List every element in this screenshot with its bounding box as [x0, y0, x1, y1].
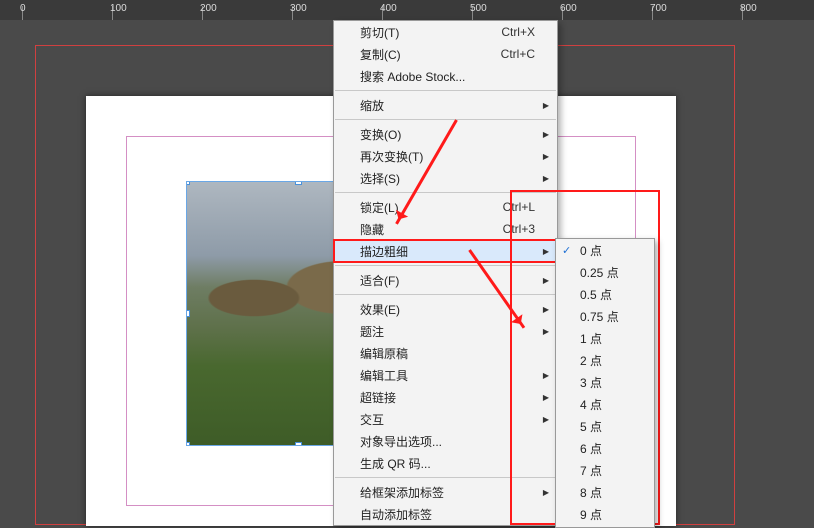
horizontal-ruler[interactable]: 0 100 200 300 400 500 600 700 800	[0, 0, 814, 20]
ruler-mark: 600	[560, 3, 577, 14]
stroke-option-label: 8 点	[580, 484, 602, 501]
stroke-option-label: 0.25 点	[580, 264, 619, 281]
menu-shortcut: Ctrl+3	[503, 222, 535, 236]
menu-item-对象导出选项[interactable]: 对象导出选项...	[334, 430, 557, 452]
stroke-option-3点[interactable]: 3 点	[556, 371, 654, 393]
selection-handle[interactable]	[295, 442, 302, 446]
selection-handle[interactable]	[186, 310, 190, 317]
stroke-option-9点[interactable]: 9 点	[556, 503, 654, 525]
menu-label: 搜索 Adobe Stock...	[360, 68, 465, 85]
selection-handle[interactable]	[186, 442, 190, 446]
menu-item-给框架添加标签[interactable]: 给框架添加标签	[334, 481, 557, 503]
menu-label: 剪切(T)	[360, 24, 399, 41]
ruler-mark: 100	[110, 3, 127, 14]
stroke-option-label: 7 点	[580, 462, 602, 479]
menu-label: 适合(F)	[360, 272, 399, 289]
menu-separator	[335, 119, 556, 120]
menu-label: 效果(E)	[360, 301, 400, 318]
stroke-option-label: 3 点	[580, 374, 602, 391]
check-icon: ✓	[562, 244, 571, 257]
ruler-mark: 300	[290, 3, 307, 14]
ruler-mark: 200	[200, 3, 217, 14]
stroke-option-label: 4 点	[580, 396, 602, 413]
menu-label: 选择(S)	[360, 170, 400, 187]
menu-item-再次变换t[interactable]: 再次变换(T)	[334, 145, 557, 167]
menu-separator	[335, 192, 556, 193]
stroke-option-0点[interactable]: ✓ 0 点	[556, 239, 654, 261]
stroke-option-4点[interactable]: 4 点	[556, 393, 654, 415]
selection-handle[interactable]	[186, 181, 190, 185]
stroke-option-label: 9 点	[580, 506, 602, 523]
stroke-option-1点[interactable]: 1 点	[556, 327, 654, 349]
menu-label: 再次变换(T)	[360, 148, 423, 165]
menu-label: 编辑工具	[360, 367, 408, 384]
menu-label: 生成 QR 码...	[360, 455, 431, 472]
stroke-option-label: 0.75 点	[580, 308, 619, 325]
stroke-option-2点[interactable]: 2 点	[556, 349, 654, 371]
stroke-option-label: 0.5 点	[580, 286, 612, 303]
menu-shortcut: Ctrl+L	[503, 200, 535, 214]
menu-label: 自动添加标签	[360, 506, 432, 523]
menu-label: 交互	[360, 411, 384, 428]
menu-item-锁定l[interactable]: 锁定(L)Ctrl+L	[334, 196, 557, 218]
stroke-option-6点[interactable]: 6 点	[556, 437, 654, 459]
menu-item-缩放[interactable]: 缩放	[334, 94, 557, 116]
stroke-option-label: 1 点	[580, 330, 602, 347]
stroke-option-label: 2 点	[580, 352, 602, 369]
menu-label: 超链接	[360, 389, 396, 406]
stroke-option-label: 5 点	[580, 418, 602, 435]
menu-separator	[335, 477, 556, 478]
stroke-option-7点[interactable]: 7 点	[556, 459, 654, 481]
menu-item-选择s[interactable]: 选择(S)	[334, 167, 557, 189]
menu-label: 对象导出选项...	[360, 433, 442, 450]
ruler-mark: 700	[650, 3, 667, 14]
menu-item-搜索adobestock[interactable]: 搜索 Adobe Stock...	[334, 65, 557, 87]
menu-separator	[335, 294, 556, 295]
ruler-mark: 800	[740, 3, 757, 14]
menu-item-编辑工具[interactable]: 编辑工具	[334, 364, 557, 386]
stroke-option-label: 6 点	[580, 440, 602, 457]
ruler-mark: 400	[380, 3, 397, 14]
stroke-option-label: 0 点	[580, 242, 602, 259]
menu-label: 隐藏	[360, 221, 384, 238]
selection-handle[interactable]	[295, 181, 302, 185]
menu-label: 缩放	[360, 97, 384, 114]
stroke-option-0.75点[interactable]: 0.75 点	[556, 305, 654, 327]
stroke-weight-submenu: ✓ 0 点 0.25 点 0.5 点 0.75 点 1 点 2 点 3 点 4 点 5 点 6 点 7…	[555, 238, 655, 528]
stroke-option-5点[interactable]: 5 点	[556, 415, 654, 437]
menu-item-剪切t[interactable]: 剪切(T) Ctrl+X	[334, 21, 557, 43]
menu-item-交互[interactable]: 交互	[334, 408, 557, 430]
stroke-option-0.25点[interactable]: 0.25 点	[556, 261, 654, 283]
menu-item-自动添加标签[interactable]: 自动添加标签	[334, 503, 557, 525]
menu-label: 给框架添加标签	[360, 484, 444, 501]
stroke-option-8点[interactable]: 8 点	[556, 481, 654, 503]
menu-item-描边粗细[interactable]: 描边粗细	[334, 240, 557, 262]
menu-item-隐藏[interactable]: 隐藏 Ctrl+3	[334, 218, 557, 240]
menu-shortcut: Ctrl+C	[501, 47, 535, 61]
menu-label: 题注	[360, 323, 384, 340]
stroke-option-0.5点[interactable]: 0.5 点	[556, 283, 654, 305]
menu-shortcut: Ctrl+X	[501, 25, 535, 39]
menu-item-复制c[interactable]: 复制(C) Ctrl+C	[334, 43, 557, 65]
menu-label: 描边粗细	[360, 243, 408, 260]
menu-item-超链接[interactable]: 超链接	[334, 386, 557, 408]
menu-separator	[335, 90, 556, 91]
menu-separator	[335, 265, 556, 266]
menu-label: 变换(O)	[360, 126, 401, 143]
ruler-mark: 0	[20, 3, 26, 14]
ruler-mark: 500	[470, 3, 487, 14]
menu-item-编辑原稿[interactable]: 编辑原稿	[334, 342, 557, 364]
context-menu: 剪切(T) Ctrl+X 复制(C) Ctrl+C 搜索 Adobe Stock... 缩…	[333, 20, 558, 526]
menu-label: 复制(C)	[360, 46, 401, 63]
menu-item-适合f[interactable]: 适合(F)	[334, 269, 557, 291]
menu-item-生成qr码[interactable]: 生成 QR 码...	[334, 452, 557, 474]
menu-label: 编辑原稿	[360, 345, 408, 362]
